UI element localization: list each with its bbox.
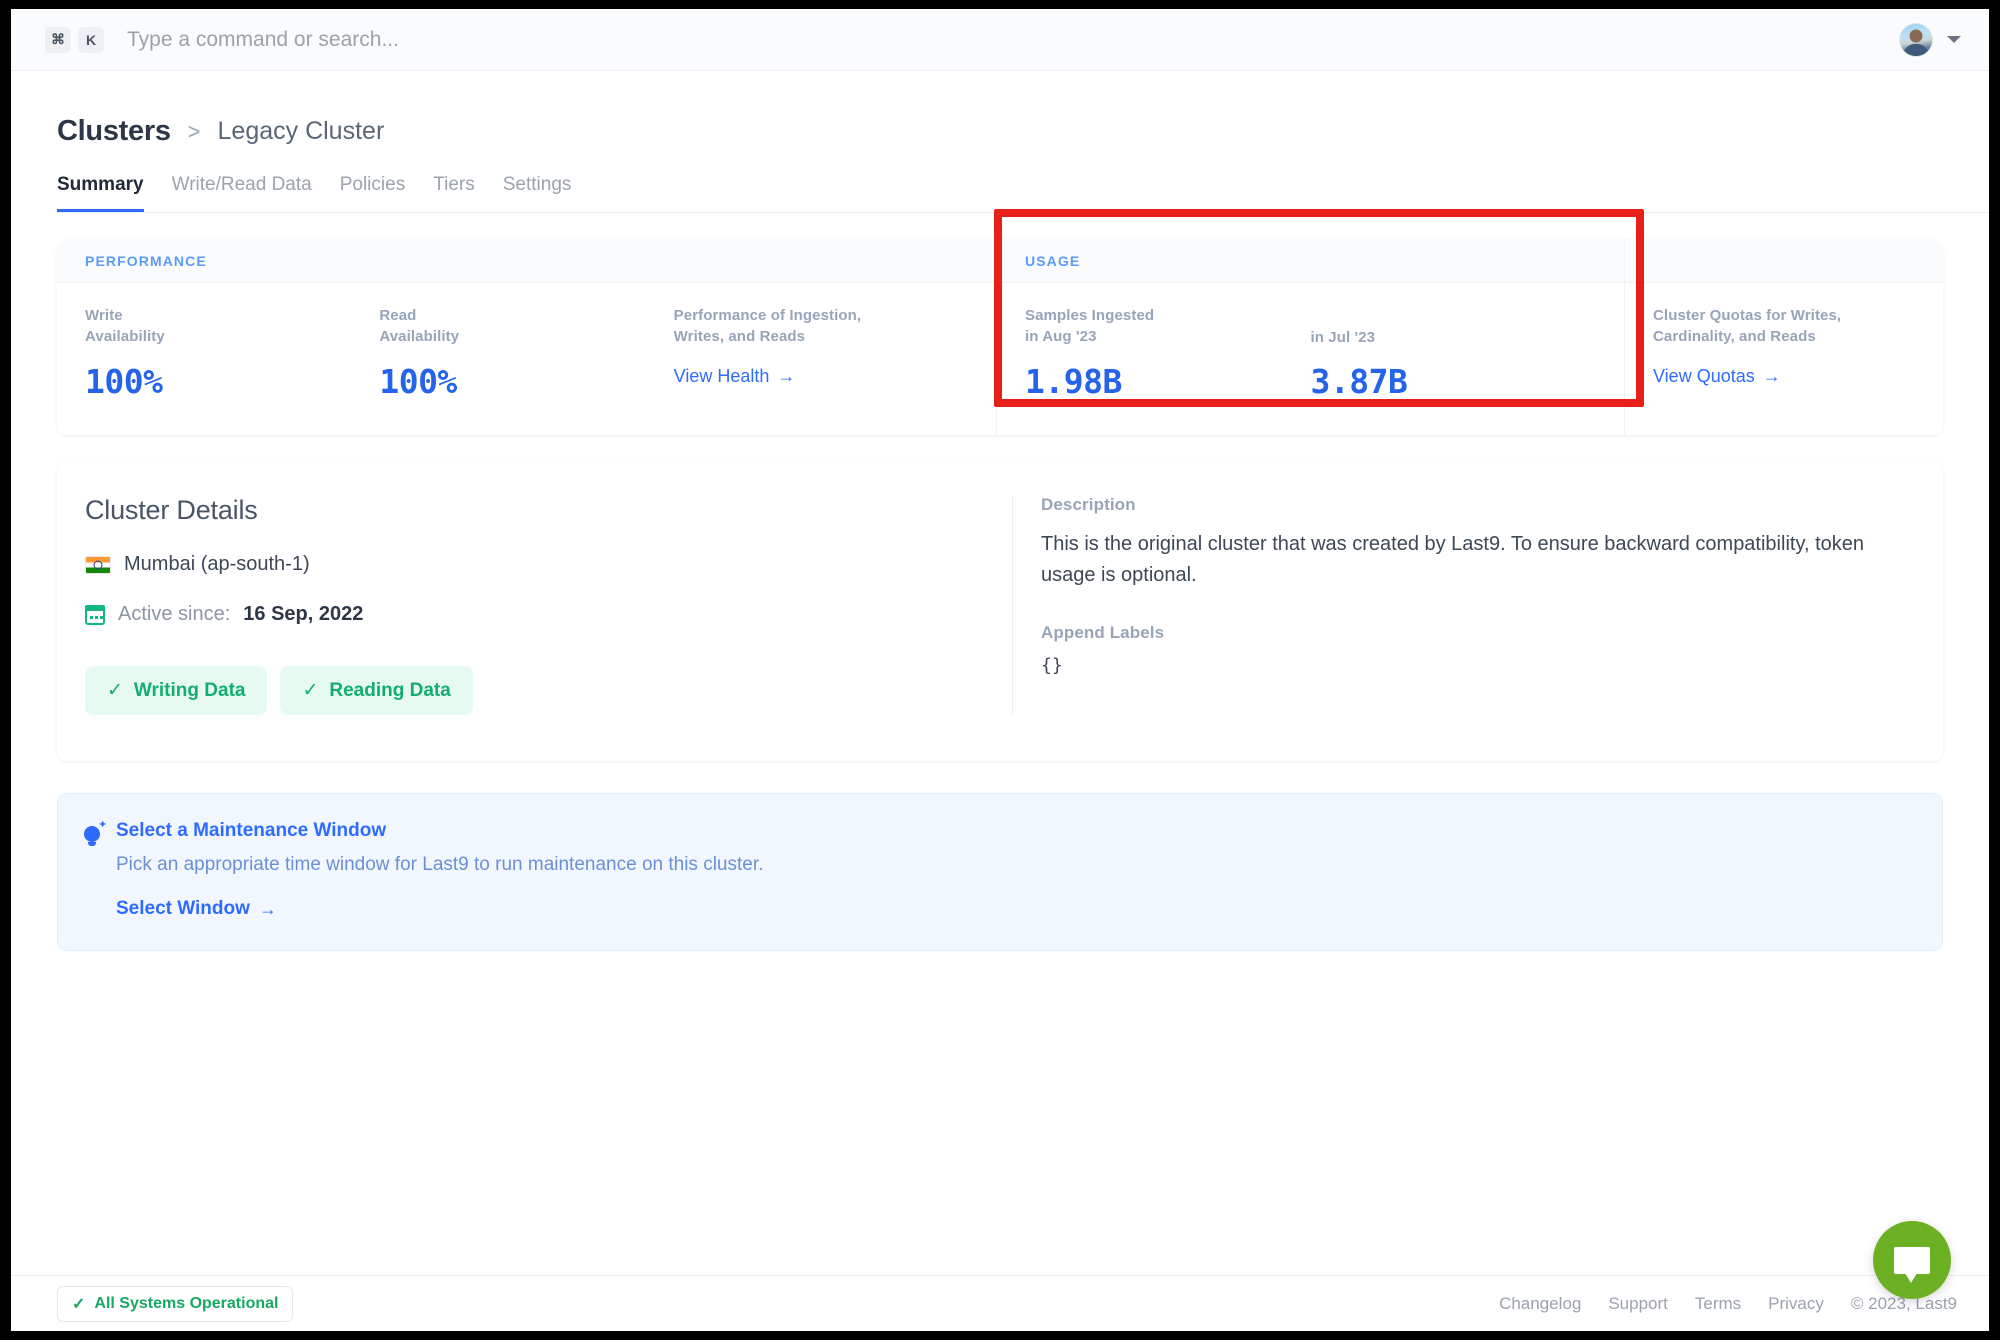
- usage-header-label: USAGE: [1025, 252, 1081, 269]
- cluster-region-row: Mumbai (ap-south-1): [85, 553, 972, 576]
- search-shortcut-badges: ⌘ K: [45, 26, 104, 53]
- samples-current-value: 1.98B: [1025, 361, 1122, 401]
- description-text: This is the original cluster that was cr…: [1041, 533, 1864, 587]
- maintenance-banner-title: Select a Maintenance Window: [116, 820, 387, 842]
- arrow-right-icon: →: [777, 365, 796, 386]
- stats-row: PERFORMANCE Write Availability 100% Read…: [57, 239, 1943, 436]
- tab-settings[interactable]: Settings: [503, 174, 572, 212]
- system-status-badge[interactable]: ✓ All Systems Operational: [57, 1285, 294, 1322]
- calendar-icon: [85, 604, 105, 625]
- performance-card-body: Write Availability 100% Read Availabilit…: [57, 283, 996, 435]
- view-quotas-link[interactable]: View Quotas →: [1653, 366, 1781, 387]
- active-since-label: Active since:: [118, 603, 231, 626]
- cluster-details-left: Cluster Details Mumbai (ap-south-1) Acti…: [57, 495, 1012, 716]
- description-label: Description: [1041, 495, 1136, 515]
- usage-card: USAGE Samples Ingested in Aug '23 1.98B …: [996, 239, 1624, 436]
- append-labels-block: Append Labels {}: [1041, 623, 1903, 676]
- footer-link-changelog[interactable]: Changelog: [1499, 1294, 1581, 1314]
- quotas-card-header: [1625, 239, 1943, 283]
- cluster-details-right: Description This is the original cluster…: [1012, 495, 1943, 716]
- check-icon: ✓: [302, 680, 319, 702]
- cluster-region-value: Mumbai (ap-south-1): [124, 553, 310, 576]
- tab-tiers[interactable]: Tiers: [433, 174, 475, 212]
- footer-link-privacy[interactable]: Privacy: [1768, 1294, 1824, 1314]
- check-icon: ✓: [72, 1295, 86, 1313]
- breadcrumb-legacy-cluster: Legacy Cluster: [217, 117, 385, 145]
- avatar[interactable]: [1899, 22, 1933, 57]
- india-flag-icon: [85, 555, 111, 574]
- metric-read-availability: Read Availability 100%: [379, 305, 673, 401]
- select-window-link[interactable]: Select Window →: [116, 898, 277, 920]
- footer: ✓ All Systems Operational Changelog Supp…: [11, 1275, 1989, 1331]
- status-badges: ✓ Writing Data ✓ Reading Data: [85, 666, 972, 716]
- view-health-label: View Health: [673, 365, 770, 386]
- maintenance-banner-description: Pick an appropriate time window for Last…: [116, 854, 764, 876]
- metric-samples-current: Samples Ingested in Aug '23 1.98B: [1025, 305, 1311, 401]
- write-availability-label: Write Availability: [85, 307, 165, 346]
- search-input[interactable]: [127, 27, 827, 52]
- check-icon: ✓: [107, 680, 123, 702]
- read-availability-value: 100%: [379, 361, 457, 401]
- maintenance-banner-content: Select a Maintenance Window Pick an appr…: [116, 820, 763, 920]
- cmd-key-badge: ⌘: [45, 26, 71, 53]
- read-availability-label: Read Availability: [379, 307, 460, 346]
- metric-samples-previous: in Jul '23 3.87B: [1311, 305, 1597, 401]
- lightbulb-icon: [84, 818, 107, 847]
- quotas-card: Cluster Quotas for Writes, Cardinality, …: [1624, 239, 1943, 436]
- tab-policies[interactable]: Policies: [340, 174, 405, 212]
- metric-quotas: Cluster Quotas for Writes, Cardinality, …: [1653, 305, 1915, 387]
- cluster-details-card: Cluster Details Mumbai (ap-south-1) Acti…: [57, 461, 1943, 762]
- performance-header-label: PERFORMANCE: [85, 252, 207, 269]
- samples-current-label: Samples Ingested in Aug '23: [1025, 307, 1155, 346]
- status-badge-reading-data: ✓ Reading Data: [280, 666, 473, 716]
- breadcrumb-clusters[interactable]: Clusters: [57, 115, 171, 148]
- performance-card-header: PERFORMANCE: [57, 239, 996, 283]
- arrow-right-icon: →: [1762, 365, 1781, 386]
- arrow-right-icon: →: [258, 898, 277, 919]
- metric-health: Performance of Ingestion, Writes, and Re…: [674, 305, 968, 401]
- samples-previous-label: in Jul '23: [1310, 329, 1376, 346]
- k-key-badge: K: [78, 26, 104, 53]
- status-badge-writing-data: ✓ Writing Data: [85, 666, 268, 716]
- tab-summary[interactable]: Summary: [57, 174, 144, 212]
- page-content: Clusters > Legacy Cluster Summary Write/…: [11, 71, 1989, 1275]
- tab-bar: Summary Write/Read Data Policies Tiers S…: [57, 174, 1989, 213]
- append-labels-label: Append Labels: [1041, 623, 1165, 643]
- app-window: ⌘ K Clusters > Legacy Cluster Summary Wr…: [11, 9, 1989, 1331]
- usage-card-body: Samples Ingested in Aug '23 1.98B in Jul…: [997, 283, 1624, 435]
- view-health-link[interactable]: View Health →: [674, 366, 796, 387]
- usage-card-header: USAGE: [997, 239, 1624, 283]
- view-quotas-label: View Quotas: [1653, 365, 1755, 386]
- quotas-label: Cluster Quotas for Writes, Cardinality, …: [1653, 307, 1842, 346]
- active-since-value: 16 Sep, 2022: [243, 603, 364, 626]
- maintenance-window-banner: Select a Maintenance Window Pick an appr…: [57, 793, 1943, 952]
- breadcrumb: Clusters > Legacy Cluster: [57, 115, 1989, 148]
- reading-data-label: Reading Data: [329, 679, 451, 701]
- samples-previous-value: 3.87B: [1310, 362, 1408, 402]
- health-label: Performance of Ingestion, Writes, and Re…: [673, 307, 862, 346]
- tab-write-read-data[interactable]: Write/Read Data: [172, 174, 312, 212]
- write-availability-value: 100%: [85, 361, 163, 401]
- breadcrumb-separator-icon: >: [187, 118, 201, 144]
- quotas-card-body: Cluster Quotas for Writes, Cardinality, …: [1625, 283, 1943, 421]
- footer-links: Changelog Support Terms Privacy © 2023, …: [1499, 1294, 1957, 1314]
- append-labels-value: {}: [1041, 655, 1063, 677]
- metric-write-availability: Write Availability 100%: [85, 305, 379, 401]
- active-since-row: Active since: 16 Sep, 2022: [85, 603, 972, 626]
- writing-data-label: Writing Data: [133, 679, 246, 701]
- footer-link-terms[interactable]: Terms: [1695, 1294, 1741, 1314]
- top-bar: ⌘ K: [11, 9, 1989, 71]
- performance-card: PERFORMANCE Write Availability 100% Read…: [57, 239, 996, 436]
- page-title: Cluster Details: [85, 495, 258, 526]
- chevron-down-icon[interactable]: [1947, 36, 1961, 43]
- footer-link-support[interactable]: Support: [1608, 1294, 1668, 1314]
- system-status-label: All Systems Operational: [94, 1294, 279, 1312]
- select-window-label: Select Window: [116, 898, 250, 920]
- chat-bubble-icon: [1894, 1246, 1930, 1283]
- chat-widget-button[interactable]: [1873, 1221, 1951, 1299]
- account-menu[interactable]: [1899, 22, 1961, 57]
